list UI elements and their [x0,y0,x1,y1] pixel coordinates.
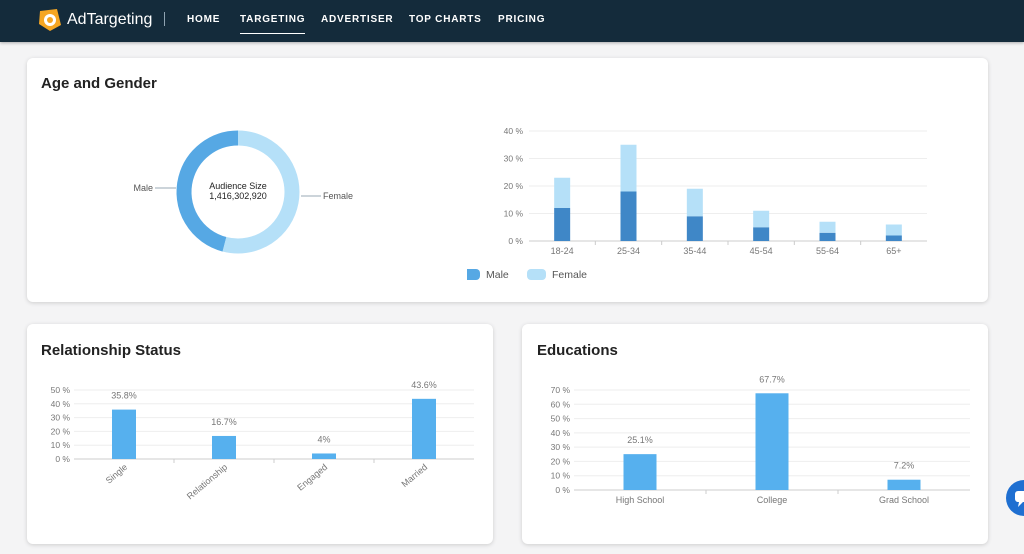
bar-female [620,144,637,192]
y-tick-label: 20 % [551,456,571,466]
chat-widget-button[interactable] [1006,480,1024,516]
relationship-bar [212,435,236,459]
y-tick-label: 30 % [51,413,71,423]
x-tick-label: 18-24 [551,246,574,256]
y-tick-label: 50 % [51,385,71,395]
relationship-data-label: 4% [317,434,330,444]
nav-home-link[interactable]: HOME [187,14,220,25]
relationship-data-label: 16.7% [211,417,237,427]
x-tick-label: Relationship [185,462,229,501]
x-tick-label: Married [399,462,429,489]
y-tick-label: 10 % [51,440,71,450]
educations-bar-chart: 0 % 10 % 20 % 30 % 40 % 50 % 60 % 70 % 25.1% High… [551,374,970,505]
age-gender-card: Age and Gender Male Female Audience Size… [27,58,988,302]
relationship-bar [312,453,336,459]
y-tick-label: 0 % [508,236,523,246]
bar-male [885,235,902,241]
bar-male [686,216,703,241]
x-tick-label: Engaged [295,462,329,493]
relationship-bar [112,409,136,459]
legend-male-swatch [467,269,480,280]
education-data-label: 67.7% [759,374,785,384]
education-data-label: 7.2% [894,461,915,471]
chat-bubble-icon [1015,491,1024,507]
age-gender-title: Age and Gender [41,75,157,92]
education-bar [623,454,657,490]
nav-targeting-link[interactable]: TARGETING [240,14,306,34]
audience-donut-chart: Male Female Audience Size 1,416,302,920 [133,130,353,254]
y-tick-label: 30 % [551,442,571,452]
y-tick-label: 0 % [55,454,70,464]
y-tick-label: 40 % [551,428,571,438]
bar-male [819,232,836,241]
educations-card: Educations 0 % 10 % 20 % 30 % 40 % 50 % 60 % 70… [522,324,988,544]
relationship-data-label: 35.8% [111,391,137,401]
bar-female [753,210,770,228]
y-tick-label: 10 % [551,471,571,481]
education-data-label: 25.1% [627,435,653,445]
x-tick-label: High School [616,495,665,505]
y-tick-label: 60 % [551,399,571,409]
relationship-data-label: 43.6% [411,380,437,390]
y-tick-label: 40 % [504,126,524,136]
audience-size-label: Audience Size [209,181,267,191]
relationship-card: Relationship Status 0 % 10 % 20 % 30 % 40 % 5… [27,324,493,544]
legend-female-label: Female [552,269,587,281]
x-tick-label: 35-44 [683,246,706,256]
relationship-title: Relationship Status [41,342,182,359]
bar-female [554,177,571,208]
y-tick-label: 0 % [555,485,570,495]
brand-name[interactable]: AdTargeting [67,11,152,29]
x-tick-label: College [757,495,788,505]
x-tick-label: 45-54 [750,246,773,256]
bar-female [819,221,836,233]
nav-advertiser-link[interactable]: ADVERTISER [321,14,393,25]
top-nav: AdTargeting HOME TARGETING ADVERTISER TO… [0,0,1024,42]
bar-male [753,227,770,241]
age-gender-bar-chart: 0 % 10 % 20 % 30 % 40 % 18-24 25-34 35-44 45-54 5… [467,126,927,281]
female-label: Female [323,191,353,201]
education-bar [887,479,921,490]
x-tick-label: 55-64 [816,246,839,256]
x-tick-label: Grad School [879,495,929,505]
y-tick-label: 70 % [551,385,571,395]
y-tick-label: 50 % [551,414,571,424]
nav-pricing-link[interactable]: PRICING [498,14,545,25]
bar-female [885,224,902,236]
x-tick-label: 65+ [886,246,901,256]
bar-male [554,208,571,241]
y-tick-label: 40 % [51,399,71,409]
relationship-bar-chart: 0 % 10 % 20 % 30 % 40 % 50 % 35.8% Single 16.7% R… [51,380,474,501]
audience-size-value: 1,416,302,920 [209,191,267,201]
x-tick-label: Single [104,462,130,486]
legend-male-label: Male [486,269,509,281]
y-tick-label: 10 % [504,209,524,219]
bar-female [686,188,703,217]
nav-top-charts-link[interactable]: TOP CHARTS [409,14,482,25]
bar-male [620,191,637,241]
adtargeting-logo-icon[interactable] [37,7,63,33]
relationship-bar [412,398,436,459]
educations-title: Educations [537,342,618,359]
male-label: Male [133,183,153,193]
legend-female-swatch [527,269,546,280]
y-tick-label: 20 % [51,426,71,436]
y-tick-label: 30 % [504,154,524,164]
education-bar [755,393,789,490]
nav-divider [164,12,165,26]
x-tick-label: 25-34 [617,246,640,256]
y-tick-label: 20 % [504,181,524,191]
